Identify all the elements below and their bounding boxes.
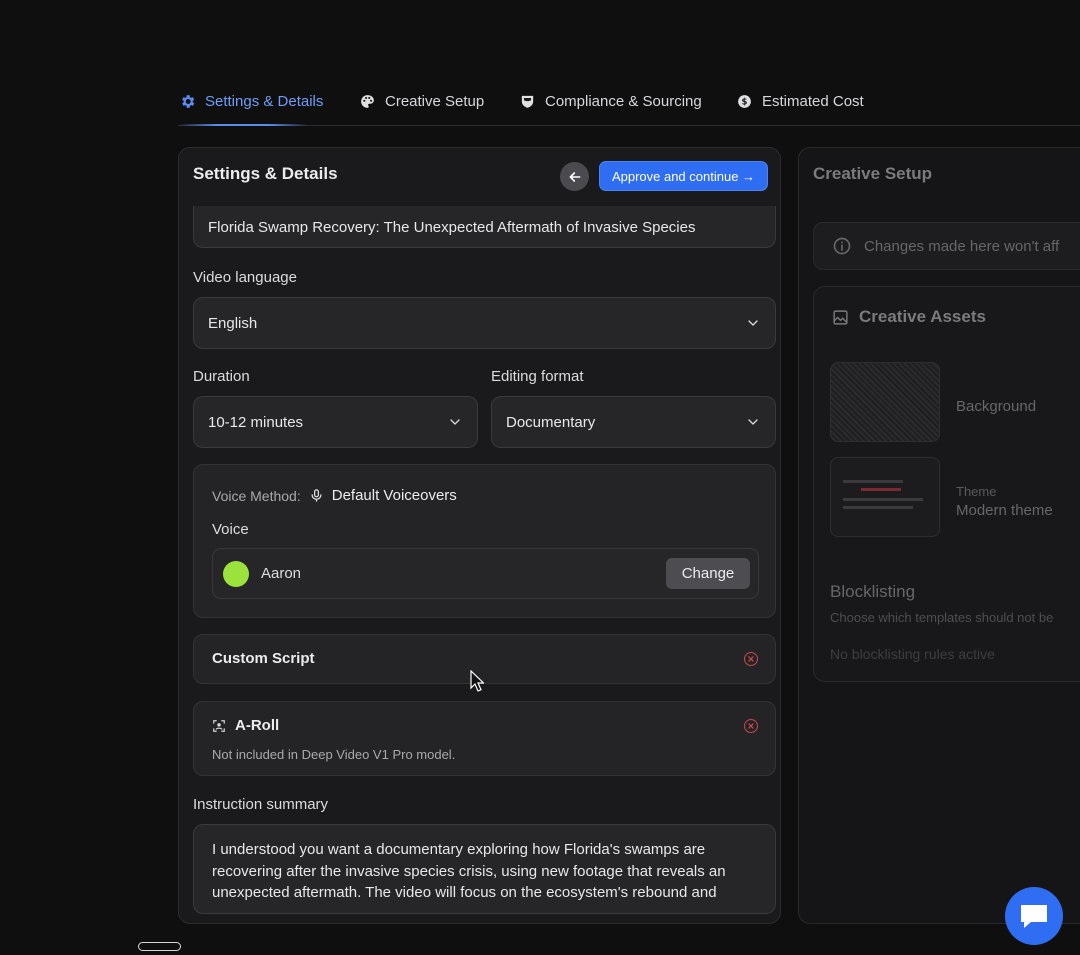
theme-thumbnail[interactable] <box>830 457 940 537</box>
tab-bar: Settings & Details Creative Setup Compli… <box>178 78 1080 126</box>
info-icon <box>833 237 851 255</box>
arrow-left-icon <box>569 171 580 182</box>
instruction-summary-label: Instruction summary <box>193 796 329 813</box>
voice-method-row: Voice Method: Default Voiceovers <box>212 487 457 504</box>
video-language-label: Video language <box>193 269 297 286</box>
voice-avatar <box>223 561 249 587</box>
tab-label: Compliance & Sourcing <box>545 92 702 110</box>
voice-method-value: Default Voiceovers <box>331 487 457 504</box>
video-language-value: English <box>208 314 258 332</box>
voice-selector: Aaron Change <box>212 548 759 599</box>
blocklisting-status: No blocklisting rules active <box>830 646 995 662</box>
voice-method-label: Voice Method: <box>212 487 301 504</box>
creative-info-text: Changes made here won't aff <box>864 237 1060 255</box>
creative-assets-title: Creative Assets <box>859 307 986 326</box>
chevron-down-icon <box>748 320 758 326</box>
a-roll-note: Not included in Deep Video V1 Pro model. <box>212 747 456 762</box>
theme-value: Modern theme <box>956 502 1053 519</box>
thumb-line <box>843 480 903 483</box>
face-scan-icon <box>213 719 225 732</box>
theme-label: Theme <box>956 484 997 499</box>
palette-icon <box>358 92 376 110</box>
editing-format-value: Documentary <box>506 413 596 431</box>
chat-bubble-icon <box>1021 905 1047 928</box>
svg-text:$: $ <box>741 97 747 107</box>
editing-format-select[interactable]: Documentary <box>491 396 776 448</box>
tab-label: Estimated Cost <box>762 92 864 110</box>
tab-creative-setup[interactable]: Creative Setup <box>358 88 484 114</box>
instruction-summary-text[interactable]: I understood you want a documentary expl… <box>193 824 776 914</box>
creative-info-banner: Changes made here won't aff <box>813 222 1080 270</box>
microphone-icon <box>311 489 322 502</box>
tab-label: Creative Setup <box>385 92 485 110</box>
creative-assets-card: Creative Assets Background Theme Modern … <box>813 286 1080 682</box>
creative-setup-panel: Creative Setup Changes made here won't a… <box>798 147 1080 924</box>
shield-icon <box>518 92 536 110</box>
settings-panel-header: Settings & Details Approve and continue … <box>179 148 780 206</box>
thumb-highlight <box>861 488 901 491</box>
editing-format-label: Editing format <box>491 368 584 385</box>
thumb-line <box>843 498 923 501</box>
tab-settings-details[interactable]: Settings & Details <box>178 88 323 114</box>
background-label: Background <box>956 398 1037 415</box>
chevron-down-icon <box>450 419 460 425</box>
voice-name: Aaron <box>261 565 302 582</box>
duration-select[interactable]: 10-12 minutes <box>193 396 478 448</box>
a-roll-label: A-Roll <box>235 717 280 734</box>
creative-panel-title: Creative Setup <box>813 164 933 183</box>
a-roll-row: A-Roll <box>212 717 279 734</box>
video-title-value: Florida Swamp Recovery: The Unexpected A… <box>208 219 696 236</box>
panel-title: Settings & Details <box>193 164 338 183</box>
tab-estimated-cost[interactable]: $ Estimated Cost <box>735 88 864 114</box>
thumb-line <box>843 506 913 509</box>
tab-label: Settings & Details <box>205 92 324 110</box>
background-thumbnail[interactable] <box>830 362 940 442</box>
active-tab-indicator <box>178 124 308 126</box>
duration-value: 10-12 minutes <box>208 413 304 431</box>
blocklisting-description: Choose which templates should not be <box>830 610 1054 625</box>
creative-assets-header: Creative Assets <box>832 307 986 327</box>
change-voice-button[interactable]: Change <box>666 558 750 589</box>
remove-a-roll-icon[interactable] <box>744 719 758 733</box>
blocklisting-title: Blocklisting <box>830 582 916 601</box>
settings-panel: Settings & Details Approve and continue … <box>178 147 781 924</box>
tab-compliance-sourcing[interactable]: Compliance & Sourcing <box>518 88 702 114</box>
a-roll-card[interactable]: A-Roll Not included in Deep Video V1 Pro… <box>193 701 776 776</box>
chat-support-button[interactable] <box>1005 887 1063 945</box>
mouse-cursor-icon <box>470 669 485 697</box>
approve-continue-button[interactable]: Approve and continue → <box>599 161 768 191</box>
voice-label: Voice <box>212 521 249 538</box>
video-language-select[interactable]: English <box>193 297 776 349</box>
back-button[interactable] <box>560 162 589 191</box>
chevron-down-icon <box>748 419 758 425</box>
home-indicator <box>138 942 181 951</box>
voice-card: Voice Method: Default Voiceovers Voice A… <box>193 464 776 618</box>
custom-script-card[interactable]: Custom Script <box>193 634 776 684</box>
image-icon <box>833 309 848 325</box>
custom-script-label: Custom Script <box>212 650 315 667</box>
gear-icon <box>178 92 196 110</box>
duration-label: Duration <box>193 368 250 385</box>
dollar-icon: $ <box>735 92 753 110</box>
remove-custom-script-icon[interactable] <box>744 652 758 666</box>
